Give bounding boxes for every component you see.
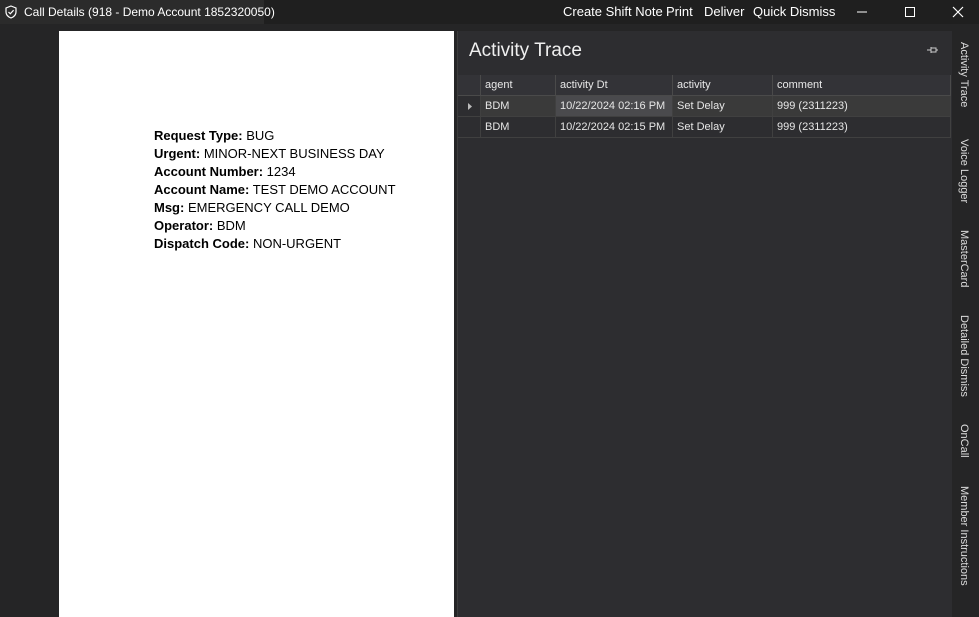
tab-label: Detailed Dismiss xyxy=(958,315,970,397)
column-header-activity[interactable]: activity xyxy=(673,75,773,96)
table-row[interactable]: BDM 10/22/2024 02:15 PM Set Delay 999 (2… xyxy=(458,117,952,138)
line-value: NON-URGENT xyxy=(249,236,342,251)
tab-label: Voice Logger xyxy=(958,139,970,204)
tab-activity-trace[interactable]: Activity Trace xyxy=(952,42,979,122)
cell-agent[interactable]: BDM xyxy=(481,96,556,117)
call-details-document: Request Type: BUG Urgent: MINOR-NEXT BUS… xyxy=(59,31,454,617)
activity-trace-panel: Activity Trace agent activity Dt activit… xyxy=(457,31,952,617)
row-header-corner xyxy=(458,75,481,96)
quick-dismiss-button[interactable]: Quick Dismiss xyxy=(753,4,835,19)
line-label: Dispatch Code: xyxy=(154,236,250,251)
close-icon xyxy=(952,6,964,18)
window-title: Call Details (918 - Demo Account 1852320… xyxy=(24,5,275,19)
cell-activity-dt[interactable]: 10/22/2024 02:15 PM xyxy=(556,117,673,138)
request-type-line: Request Type: BUG xyxy=(154,127,396,145)
line-label: Operator: xyxy=(154,218,214,233)
line-label: Account Name: xyxy=(154,182,250,197)
title-bar: Call Details (918 - Demo Account 1852320… xyxy=(0,0,979,24)
pin-icon[interactable] xyxy=(925,43,939,57)
deliver-button[interactable]: Deliver xyxy=(704,4,744,19)
tab-label: MasterCard xyxy=(958,230,970,288)
tab-label: OnCall xyxy=(958,424,970,458)
maximize-button[interactable] xyxy=(890,2,930,22)
row-selector[interactable] xyxy=(458,117,481,138)
column-header-comment[interactable]: comment xyxy=(773,75,951,96)
tab-detailed-dismiss[interactable]: Detailed Dismiss xyxy=(952,315,979,403)
account-number-line: Account Number: 1234 xyxy=(154,163,396,181)
current-row-arrow-icon xyxy=(468,103,472,110)
cell-activity[interactable]: Set Delay xyxy=(673,117,773,138)
line-value: MINOR-NEXT BUSINESS DAY xyxy=(200,146,385,161)
tab-mastercard[interactable]: MasterCard xyxy=(952,230,979,292)
line-value: BDM xyxy=(213,218,246,233)
urgent-line: Urgent: MINOR-NEXT BUSINESS DAY xyxy=(154,145,396,163)
cell-activity[interactable]: Set Delay xyxy=(673,96,773,117)
cell-agent[interactable]: BDM xyxy=(481,117,556,138)
close-button[interactable] xyxy=(938,2,978,22)
line-value: EMERGENCY CALL DEMO xyxy=(184,200,350,215)
line-value: BUG xyxy=(242,128,275,143)
panel-title: Activity Trace xyxy=(469,40,582,61)
tab-label: Activity Trace xyxy=(958,42,970,108)
line-label: Urgent: xyxy=(154,146,201,161)
maximize-icon xyxy=(905,7,915,17)
tab-member-instructions[interactable]: Member Instructions xyxy=(952,486,979,591)
cell-activity-dt[interactable]: 10/22/2024 02:16 PM xyxy=(556,96,673,117)
column-header-agent[interactable]: agent xyxy=(481,75,556,96)
tab-voice-logger[interactable]: Voice Logger xyxy=(952,139,979,214)
account-name-line: Account Name: TEST DEMO ACCOUNT xyxy=(154,181,396,199)
shield-check-icon xyxy=(5,5,17,19)
line-label: Msg: xyxy=(154,200,185,215)
call-details-text: Request Type: BUG Urgent: MINOR-NEXT BUS… xyxy=(154,127,396,253)
cell-comment[interactable]: 999 (2311223) xyxy=(773,96,951,117)
tab-oncall[interactable]: OnCall xyxy=(952,424,979,462)
minimize-icon xyxy=(857,11,867,13)
minimize-button[interactable] xyxy=(842,2,882,22)
operator-line: Operator: BDM xyxy=(154,217,396,235)
row-selector[interactable] xyxy=(458,96,481,117)
print-button[interactable]: Print xyxy=(666,4,693,19)
create-shift-note-button[interactable]: Create Shift Note xyxy=(563,4,663,19)
window-tab[interactable]: Call Details (918 - Demo Account 1852320… xyxy=(0,0,275,24)
cell-comment[interactable]: 999 (2311223) xyxy=(773,117,951,138)
dispatch-code-line: Dispatch Code: NON-URGENT xyxy=(154,235,396,253)
line-value: 1234 xyxy=(263,164,296,179)
table-row[interactable]: BDM 10/22/2024 02:16 PM Set Delay 999 (2… xyxy=(458,96,952,117)
line-value: TEST DEMO ACCOUNT xyxy=(249,182,396,197)
line-label: Account Number: xyxy=(154,164,264,179)
line-label: Request Type: xyxy=(154,128,243,143)
column-header-activity-dt[interactable]: activity Dt xyxy=(556,75,673,96)
tab-label: Member Instructions xyxy=(958,486,970,586)
msg-line: Msg: EMERGENCY CALL DEMO xyxy=(154,199,396,217)
side-tab-strip: Activity Trace Voice Logger MasterCard D… xyxy=(952,31,979,617)
